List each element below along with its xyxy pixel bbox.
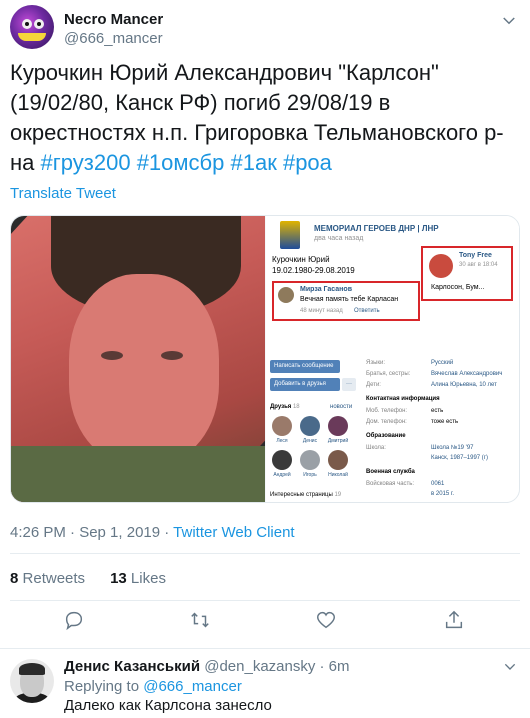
vk-comment-author: Tony Free xyxy=(459,252,492,259)
hashtag[interactable]: #груз200 xyxy=(41,150,131,175)
reply-tweet[interactable]: Денис Казанський @den_kazansky · 6m Repl… xyxy=(0,648,530,718)
chevron-down-icon[interactable] xyxy=(502,659,518,675)
reply-handle[interactable]: @den_kazansky xyxy=(204,658,315,675)
retweets-stat[interactable]: 8 Retweets xyxy=(10,570,85,587)
replying-to: Replying to @666_mancer xyxy=(64,678,242,695)
memorial-logo xyxy=(280,221,300,249)
vk-sidebar: Написать сообщение Добавить в друзья ···… xyxy=(266,356,361,502)
tweet-stats: 8 Retweets 13 Likes xyxy=(10,570,166,587)
avatar xyxy=(429,254,453,278)
vk-comment-author: Мирза Гасанов xyxy=(300,286,352,293)
vk-friends-label: Друзья 18 новости xyxy=(270,404,353,410)
vk-pages-label: Интересные страницы 19 xyxy=(270,492,342,498)
vk-friend-name: Игорь xyxy=(303,472,317,478)
tweet-timestamp: 4:26 PM · Sep 1, 2019 · Twitter Web Clie… xyxy=(10,524,295,541)
vk-group-title: МЕМОРИАЛ ГЕРОЕВ ДНР | ЛНР xyxy=(314,224,439,233)
vk-friend-name: Денис xyxy=(302,438,318,444)
avatar xyxy=(328,416,348,436)
vk-profile-info: Языки: Русский Братья, сестры: Вячеслав Ал… xyxy=(366,360,503,497)
avatar xyxy=(328,450,348,470)
author-handle[interactable]: @666_mancer xyxy=(64,30,163,47)
vk-person: Курочкин Юрий 19.02.1980-29.08.2019 xyxy=(272,254,355,276)
vk-friend-name: Леся xyxy=(276,438,288,444)
vk-post-time: два часа назад xyxy=(314,235,364,242)
avatar xyxy=(300,450,320,470)
tweet: Necro Mancer @666_mancer Курочкин Юрий А… xyxy=(0,0,530,644)
hashtag[interactable]: #1ак xyxy=(230,150,276,175)
reply-text: Далеко как Карлсона занесло xyxy=(64,697,272,714)
vk-friend-name: Андрей xyxy=(273,472,291,478)
hashtag[interactable]: #1омсбр xyxy=(137,150,225,175)
author-display-name[interactable]: Necro Mancer xyxy=(64,11,163,28)
divider xyxy=(10,600,520,601)
reply-display-name[interactable]: Денис Казанський xyxy=(64,658,200,675)
chevron-down-icon[interactable] xyxy=(500,12,518,30)
vk-comment-text: Вечная память тебе Карласан xyxy=(300,296,399,303)
reply-time[interactable]: · 6m xyxy=(320,658,350,675)
replying-to-link[interactable]: @666_mancer xyxy=(143,678,242,695)
vk-friend-name: Николай xyxy=(328,472,348,478)
avatar xyxy=(278,287,294,303)
vk-person-name: Курочкин Юрий xyxy=(272,255,330,264)
share-icon[interactable] xyxy=(443,609,465,631)
vk-screenshot-photo[interactable]: МЕМОРИАЛ ГЕРОЕВ ДНР | ЛНР два часа назад… xyxy=(266,216,519,502)
avatar xyxy=(300,416,320,436)
tweet-client-link[interactable]: Twitter Web Client xyxy=(173,524,294,541)
translate-tweet-link[interactable]: Translate Tweet xyxy=(10,185,116,202)
author-avatar[interactable] xyxy=(10,5,54,49)
tweet-actions xyxy=(0,609,530,639)
vk-comment-date: 30 авг в 18:04 xyxy=(459,262,498,268)
hashtag[interactable]: #роа xyxy=(283,150,332,175)
portrait-photo[interactable] xyxy=(11,216,265,502)
tweet-time[interactable]: 4:26 PM · Sep 1, 2019 · xyxy=(10,524,173,541)
avatar[interactable] xyxy=(10,659,54,703)
vk-comment-highlight: Tony Free 30 авг в 18:04 Карлосон, Бум..… xyxy=(421,246,513,301)
vk-comment-time: 48 минут назад xyxy=(300,308,343,314)
reply-author: Денис Казанський @den_kazansky · 6m xyxy=(64,658,350,675)
vk-comment-text: Карлосон, Бум... xyxy=(431,284,485,291)
vk-person-dates: 19.02.1980-29.08.2019 xyxy=(272,266,355,275)
vk-add-friend-button: Добавить в друзья xyxy=(270,378,340,391)
retweet-icon[interactable] xyxy=(189,609,211,631)
vk-message-button: Написать сообщение xyxy=(270,360,340,373)
vk-comment-highlight: Мирза Гасанов Вечная память тебе Карласа… xyxy=(272,281,420,321)
vk-more-button: ··· xyxy=(342,378,356,391)
divider xyxy=(10,553,520,554)
tweet-text: Курочкин Юрий Александрович "Карлсон" (1… xyxy=(10,58,520,178)
vk-friend-name: Дмитрий xyxy=(327,438,349,444)
likes-stat[interactable]: 13 Likes xyxy=(110,570,166,587)
tweet-media[interactable]: МЕМОРИАЛ ГЕРОЕВ ДНР | ЛНР два часа назад… xyxy=(10,215,520,503)
reply-icon[interactable] xyxy=(63,609,85,631)
avatar xyxy=(272,450,292,470)
vk-comment-reply: Ответить xyxy=(354,308,380,314)
heart-icon[interactable] xyxy=(315,609,337,631)
avatar xyxy=(272,416,292,436)
